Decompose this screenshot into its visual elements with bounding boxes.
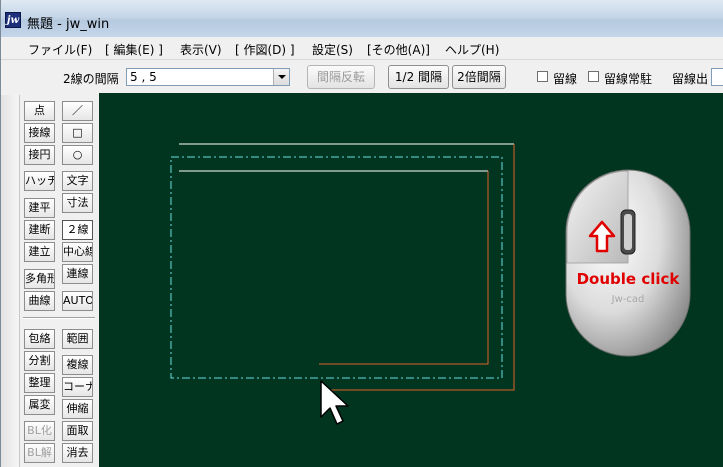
- tool-connect-line[interactable]: 連線: [62, 264, 93, 284]
- spacing-label: 2線の間隔: [63, 72, 119, 86]
- tool-elevation[interactable]: 建立: [24, 242, 55, 262]
- mouse-illustration: [565, 169, 691, 357]
- tool-block-release[interactable]: BL解: [24, 443, 55, 463]
- dome-always-checkbox[interactable]: [588, 71, 599, 82]
- tool-line[interactable]: ／: [62, 101, 93, 121]
- tool-erase[interactable]: 消去: [62, 443, 93, 463]
- dome-always-label: 留線常駐: [604, 72, 653, 86]
- app-window: jw 無題 - jw_win ファイル(F) [ 編集(E) ] 表示(V) […: [0, 0, 723, 467]
- tool-range[interactable]: 範囲: [62, 329, 93, 349]
- tool-circle[interactable]: ○: [62, 145, 93, 165]
- tool-attribute-change[interactable]: 属変: [24, 395, 55, 415]
- spacing-combobox[interactable]: 5 , 5: [126, 68, 290, 86]
- chevron-down-icon[interactable]: [273, 69, 289, 85]
- dome-line-label: 留線: [553, 72, 578, 86]
- double-click-label: Double click: [576, 270, 680, 288]
- palette-gutter: [1, 95, 20, 467]
- tool-dimension[interactable]: 寸法: [62, 193, 93, 213]
- tool-rectangle[interactable]: □: [62, 123, 93, 143]
- tool-extend[interactable]: 伸縮: [62, 399, 93, 419]
- tool-offset[interactable]: 複線: [62, 355, 93, 375]
- tool-envelope[interactable]: 包絡: [24, 329, 55, 349]
- app-logo-icon: jw: [5, 12, 21, 28]
- outer-double-line-orange: [321, 144, 515, 391]
- inner-double-line-orange: [319, 171, 489, 365]
- tool-point[interactable]: 点: [24, 101, 55, 121]
- menu-settings[interactable]: 設定(S): [312, 41, 353, 58]
- tool-block-create[interactable]: BL化: [24, 421, 55, 441]
- mouse-brand-label: Jw-cad: [611, 294, 645, 305]
- menu-draw[interactable]: [ 作図(D) ]: [235, 41, 295, 58]
- menu-edit[interactable]: [ 編集(E) ]: [105, 41, 163, 58]
- tool-text[interactable]: 文字: [62, 171, 93, 191]
- tool-hatch[interactable]: ハッチ: [24, 171, 55, 191]
- window-title: 無題 - jw_win: [27, 17, 110, 32]
- tool-tangent-line[interactable]: 接線: [24, 123, 55, 143]
- spacing-value: 5 , 5: [130, 70, 157, 84]
- dome-line-checkbox[interactable]: [537, 71, 548, 82]
- half-spacing-button[interactable]: 1/2 間隔: [388, 65, 449, 89]
- menu-help[interactable]: ヘルプ(H): [445, 41, 499, 58]
- drawing-canvas[interactable]: Double click Jw-cad: [99, 93, 723, 467]
- tool-section[interactable]: 建断: [24, 220, 55, 240]
- center-line-rectangle: [170, 156, 503, 379]
- palette-separator: [23, 317, 95, 319]
- tool-tangent-circle[interactable]: 接円: [24, 145, 55, 165]
- dome-out-input[interactable]: [711, 68, 723, 86]
- dome-out-label: 留線出: [672, 72, 709, 86]
- tool-corner[interactable]: コーナー: [62, 377, 93, 397]
- tool-tidy[interactable]: 整理: [24, 373, 55, 393]
- tool-curve[interactable]: 曲線: [24, 291, 55, 311]
- reverse-spacing-button[interactable]: 間隔反転: [307, 65, 375, 89]
- tool-chamfer[interactable]: 面取: [62, 421, 93, 441]
- tool-center-line[interactable]: 中心線: [62, 242, 93, 262]
- tool-auto[interactable]: AUTO: [62, 291, 93, 311]
- tool-palette: 点 接線 接円 ハッチ 建平 建断 建立 多角形 曲線 ／ □ ○ 文字 寸法 …: [1, 93, 99, 467]
- menu-other[interactable]: [その他(A)]: [367, 41, 430, 58]
- tool-polygon[interactable]: 多角形: [24, 269, 55, 289]
- tool-divide[interactable]: 分割: [24, 351, 55, 371]
- title-bar: jw 無題 - jw_win: [1, 0, 723, 38]
- menu-view[interactable]: 表示(V): [180, 41, 222, 58]
- tool-double-line[interactable]: ２線: [62, 220, 93, 240]
- double-spacing-button[interactable]: 2倍間隔: [452, 65, 506, 89]
- mouse-cursor-icon: [320, 380, 349, 425]
- menu-bar: ファイル(F) [ 編集(E) ] 表示(V) [ 作図(D) ] 設定(S) …: [1, 37, 723, 60]
- menu-file[interactable]: ファイル(F): [28, 41, 92, 58]
- tool-plan[interactable]: 建平: [24, 198, 55, 218]
